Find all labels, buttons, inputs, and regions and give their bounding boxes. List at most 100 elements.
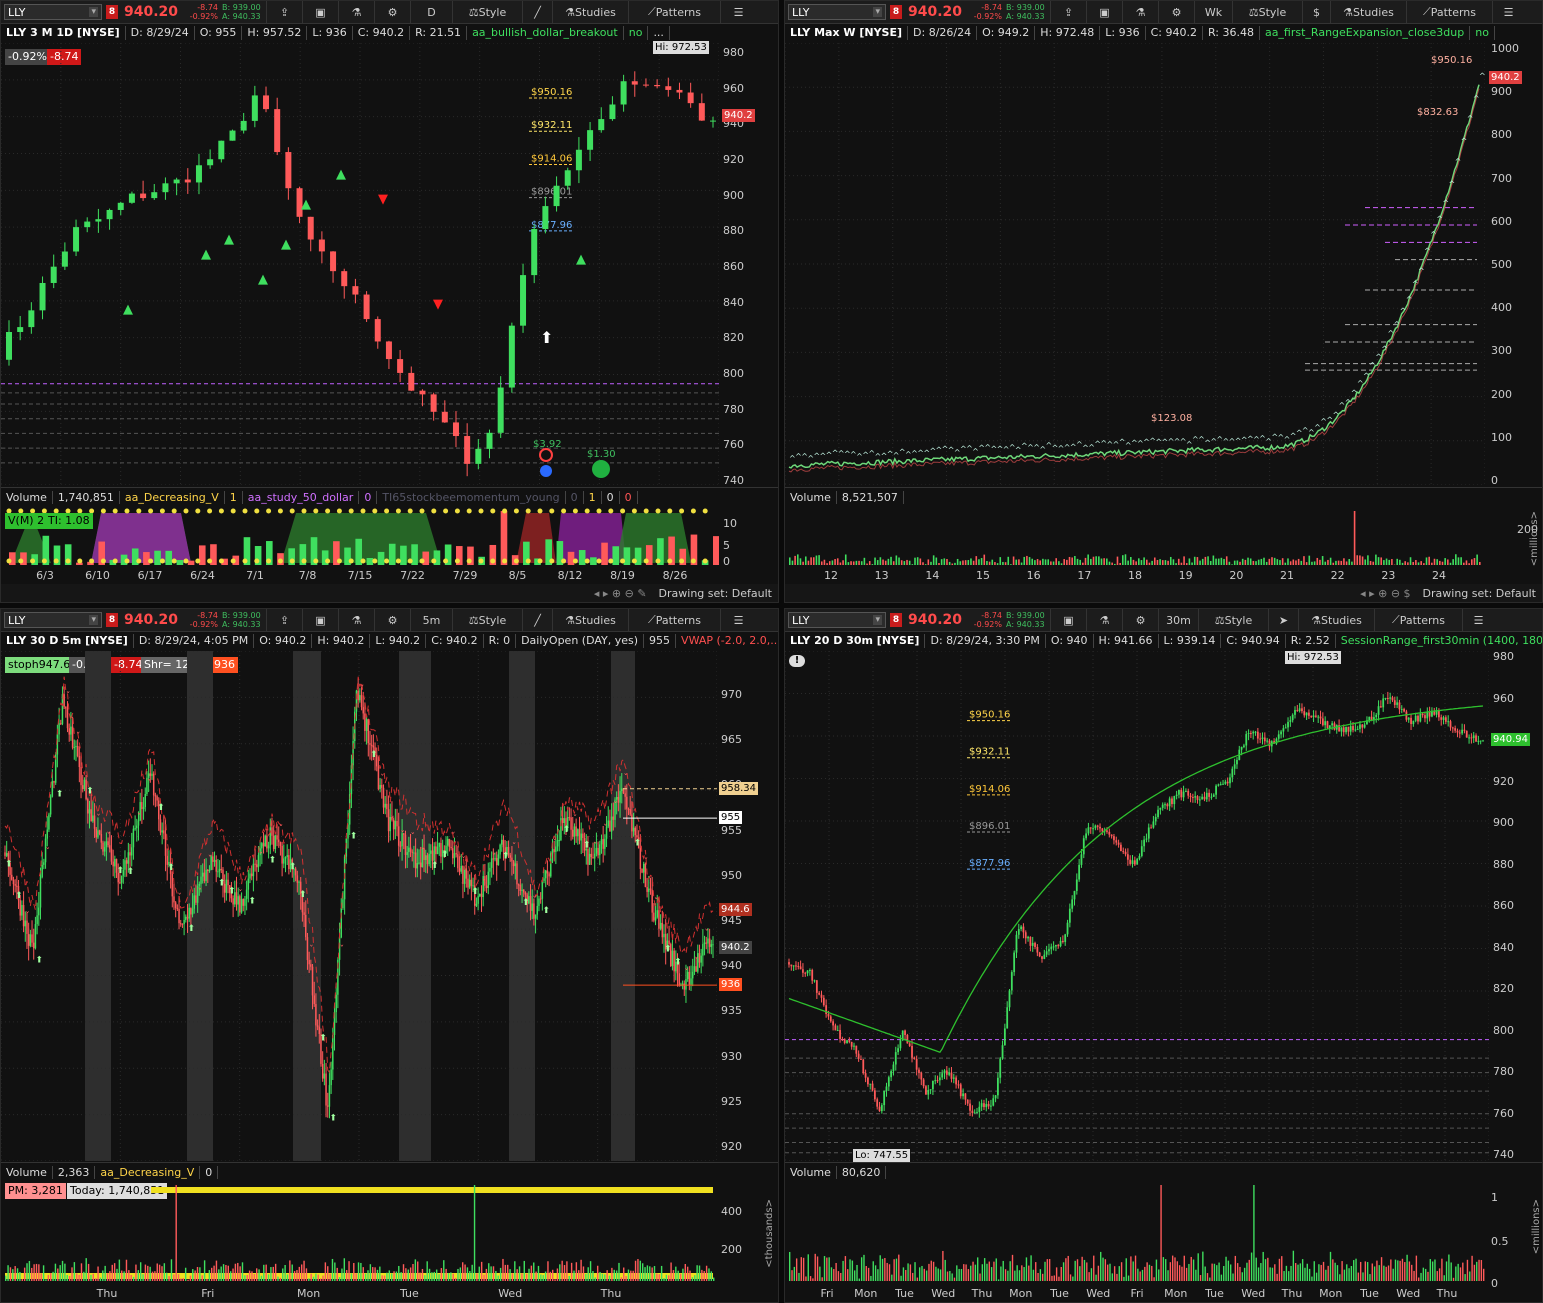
candle bbox=[50, 266, 57, 283]
level-label: $896.01 bbox=[531, 187, 572, 198]
volume-bar bbox=[1409, 557, 1412, 565]
flask-icon[interactable]: ⚗ bbox=[338, 609, 374, 631]
candle bbox=[63, 694, 65, 707]
volume-bar bbox=[1083, 1259, 1086, 1281]
time-axis[interactable]: Fri Mon Tue Wed Thu Mon Tue Wed Fri Mon Tue Wed Thu M… bbox=[785, 1287, 1489, 1302]
style-button[interactable]: ⚖ Style bbox=[1198, 609, 1268, 631]
period-button[interactable]: Wk bbox=[1194, 1, 1232, 23]
time-axis[interactable]: Thu Fri Mon Tue Wed Thu bbox=[1, 1287, 717, 1302]
style-button[interactable]: ⚖ Style bbox=[452, 1, 522, 23]
studies-button[interactable]: ⚗ Studies bbox=[1298, 609, 1374, 631]
symbol-selector[interactable]: LLY ▾ bbox=[4, 4, 102, 20]
time-axis[interactable]: 6/3 6/10 6/17 6/24 7/1 7/8 7/15 7/22 7/29 8/5 8/12… bbox=[1, 569, 719, 585]
menu-icon[interactable]: ☰ bbox=[1462, 609, 1494, 631]
candle bbox=[161, 830, 163, 833]
patterns-button[interactable]: ⟋ Patterns bbox=[628, 609, 720, 631]
patterns-button[interactable]: ⟋ Patterns bbox=[1374, 609, 1462, 631]
volume-bar bbox=[1058, 1276, 1060, 1281]
studies-button[interactable]: ⚗ Studies bbox=[552, 609, 628, 631]
volume-bar bbox=[1144, 1266, 1146, 1281]
share-icon[interactable]: ⇪ bbox=[266, 609, 302, 631]
volume-bar bbox=[1161, 560, 1164, 565]
style-button[interactable]: ⚖ Style bbox=[452, 609, 522, 631]
volume-bar bbox=[566, 1261, 568, 1281]
volume-bar bbox=[856, 1264, 858, 1281]
dollar-icon[interactable]: $ bbox=[1302, 1, 1330, 23]
patterns-button[interactable]: ⟋ Patterns bbox=[1406, 1, 1492, 23]
price-chart[interactable]: ⬆⬆ˇ⬆ˇ⬆ˇˇ⬆ˇˇ⬆ ⬆ˇˇ⬆⬆ˇ⬆ˇˇ⬆⬆ ˇ⬆ˇ ⬆ˇ⬆⬆ˇ⬆⬆ˇ⬆ˇ⬆ˇˇˇ… bbox=[1, 651, 717, 1161]
period-button[interactable]: 30m bbox=[1158, 609, 1198, 631]
price-tick: 500 bbox=[1491, 258, 1512, 271]
patterns-button[interactable]: ⟋ Patterns bbox=[628, 1, 720, 23]
candle bbox=[1331, 723, 1334, 726]
volume-chart[interactable] bbox=[785, 1181, 1489, 1285]
drawing-icon[interactable]: ╱ bbox=[522, 1, 552, 23]
gear-icon[interactable]: ⚙ bbox=[374, 609, 410, 631]
chart-flex-icon[interactable]: ▣ bbox=[302, 1, 338, 23]
share-icon[interactable]: ⇪ bbox=[266, 1, 302, 23]
drawing-icon[interactable]: ╱ bbox=[522, 609, 552, 631]
cursor-icon[interactable]: ➤ bbox=[1268, 609, 1298, 631]
candle bbox=[887, 1077, 890, 1087]
volume-bar bbox=[818, 555, 820, 565]
flask-icon[interactable]: ⚗ bbox=[1086, 609, 1122, 631]
time-tick: 15 bbox=[976, 569, 990, 582]
price-tag: 940.2 bbox=[719, 941, 752, 955]
time-tick: Fri bbox=[1130, 1287, 1144, 1300]
volume-bar bbox=[12, 1269, 14, 1281]
volume-bar bbox=[805, 1276, 807, 1281]
level-label: $950.16 bbox=[531, 87, 572, 98]
gear-icon[interactable]: ⚙ bbox=[1158, 1, 1194, 23]
volume-bar bbox=[1469, 1271, 1471, 1281]
candle bbox=[193, 895, 196, 909]
price-chart[interactable]: $950.16$932.11$914.06$896.01$877.96▲▲▲▲▲… bbox=[1, 43, 719, 485]
price-axis[interactable]: 1000 900 800 700 600 500 400 300 200 100 0 bbox=[1487, 42, 1537, 487]
menu-icon[interactable]: ☰ bbox=[720, 609, 756, 631]
volume-bar bbox=[215, 1260, 218, 1281]
signal-dot bbox=[655, 558, 661, 564]
studies-button[interactable]: ⚗ Studies bbox=[1330, 1, 1406, 23]
volume-bar bbox=[1262, 1251, 1264, 1281]
volume-bar bbox=[978, 559, 980, 565]
chart-flex-icon[interactable]: ▣ bbox=[1050, 609, 1086, 631]
share-icon[interactable]: ⇪ bbox=[1050, 1, 1086, 23]
candle bbox=[1289, 720, 1292, 722]
flask-icon[interactable]: ⚗ bbox=[338, 1, 374, 23]
symbol-selector[interactable]: LLY ▾ bbox=[788, 4, 886, 20]
candle bbox=[892, 1064, 895, 1072]
volume-chart[interactable] bbox=[1, 507, 719, 567]
volume-bar bbox=[161, 1266, 163, 1281]
symbol-selector[interactable]: LLY ▾ bbox=[4, 612, 102, 628]
candle bbox=[1071, 899, 1074, 909]
volume-bar bbox=[1016, 1265, 1018, 1281]
chart-flex-icon[interactable]: ▣ bbox=[302, 609, 338, 631]
menu-icon[interactable]: ☰ bbox=[1492, 1, 1524, 23]
link-icon[interactable]: 8 bbox=[890, 613, 902, 627]
volume-chart[interactable] bbox=[785, 507, 1485, 567]
volume-bar bbox=[1476, 1261, 1478, 1281]
candle bbox=[1113, 836, 1115, 841]
volume-chart[interactable] bbox=[1, 1181, 717, 1285]
style-button[interactable]: ⚖ Style bbox=[1232, 1, 1302, 23]
signal-dot bbox=[596, 508, 602, 514]
price-chart[interactable]: ^ ^ ^ ^ ^ ^ ^ ^ ^ ^ ^ ^ ^ ^ ^ ^ ^ ^ ^ ^ ^ ^ ^ ^ ^ ^ ^ ^ ^ ^ ^ ^ ^ ^ ^ ^ ^ ^ ^ ^… bbox=[785, 43, 1485, 485]
candle bbox=[938, 1077, 941, 1081]
flask-icon[interactable]: ⚗ bbox=[1122, 1, 1158, 23]
period-button[interactable]: D bbox=[410, 1, 452, 23]
symbol-selector[interactable]: LLY ▾ bbox=[788, 612, 886, 628]
volume-bar bbox=[590, 557, 597, 565]
menu-icon[interactable]: ☰ bbox=[720, 1, 756, 23]
studies-button[interactable]: ⚗ Studies bbox=[552, 1, 628, 23]
gear-icon[interactable]: ⚙ bbox=[374, 1, 410, 23]
chart-flex-icon[interactable]: ▣ bbox=[1086, 1, 1122, 23]
link-icon[interactable]: 8 bbox=[890, 5, 902, 19]
time-axis[interactable]: 12 13 14 15 16 17 18 19 20 21 22 23 24 bbox=[785, 569, 1485, 585]
volume-bar bbox=[639, 1260, 642, 1281]
period-button[interactable]: 5m bbox=[410, 609, 452, 631]
gear-icon[interactable]: ⚙ bbox=[1122, 609, 1158, 631]
price-axis[interactable]: 980960940920900880860840820800780760740 bbox=[1489, 650, 1539, 1161]
link-icon[interactable]: 8 bbox=[106, 5, 118, 19]
link-icon[interactable]: 8 bbox=[106, 613, 118, 627]
price-chart[interactable]: $950.16$932.11$914.06$896.01$877.96 bbox=[785, 651, 1489, 1161]
volume-bar bbox=[939, 1269, 942, 1281]
